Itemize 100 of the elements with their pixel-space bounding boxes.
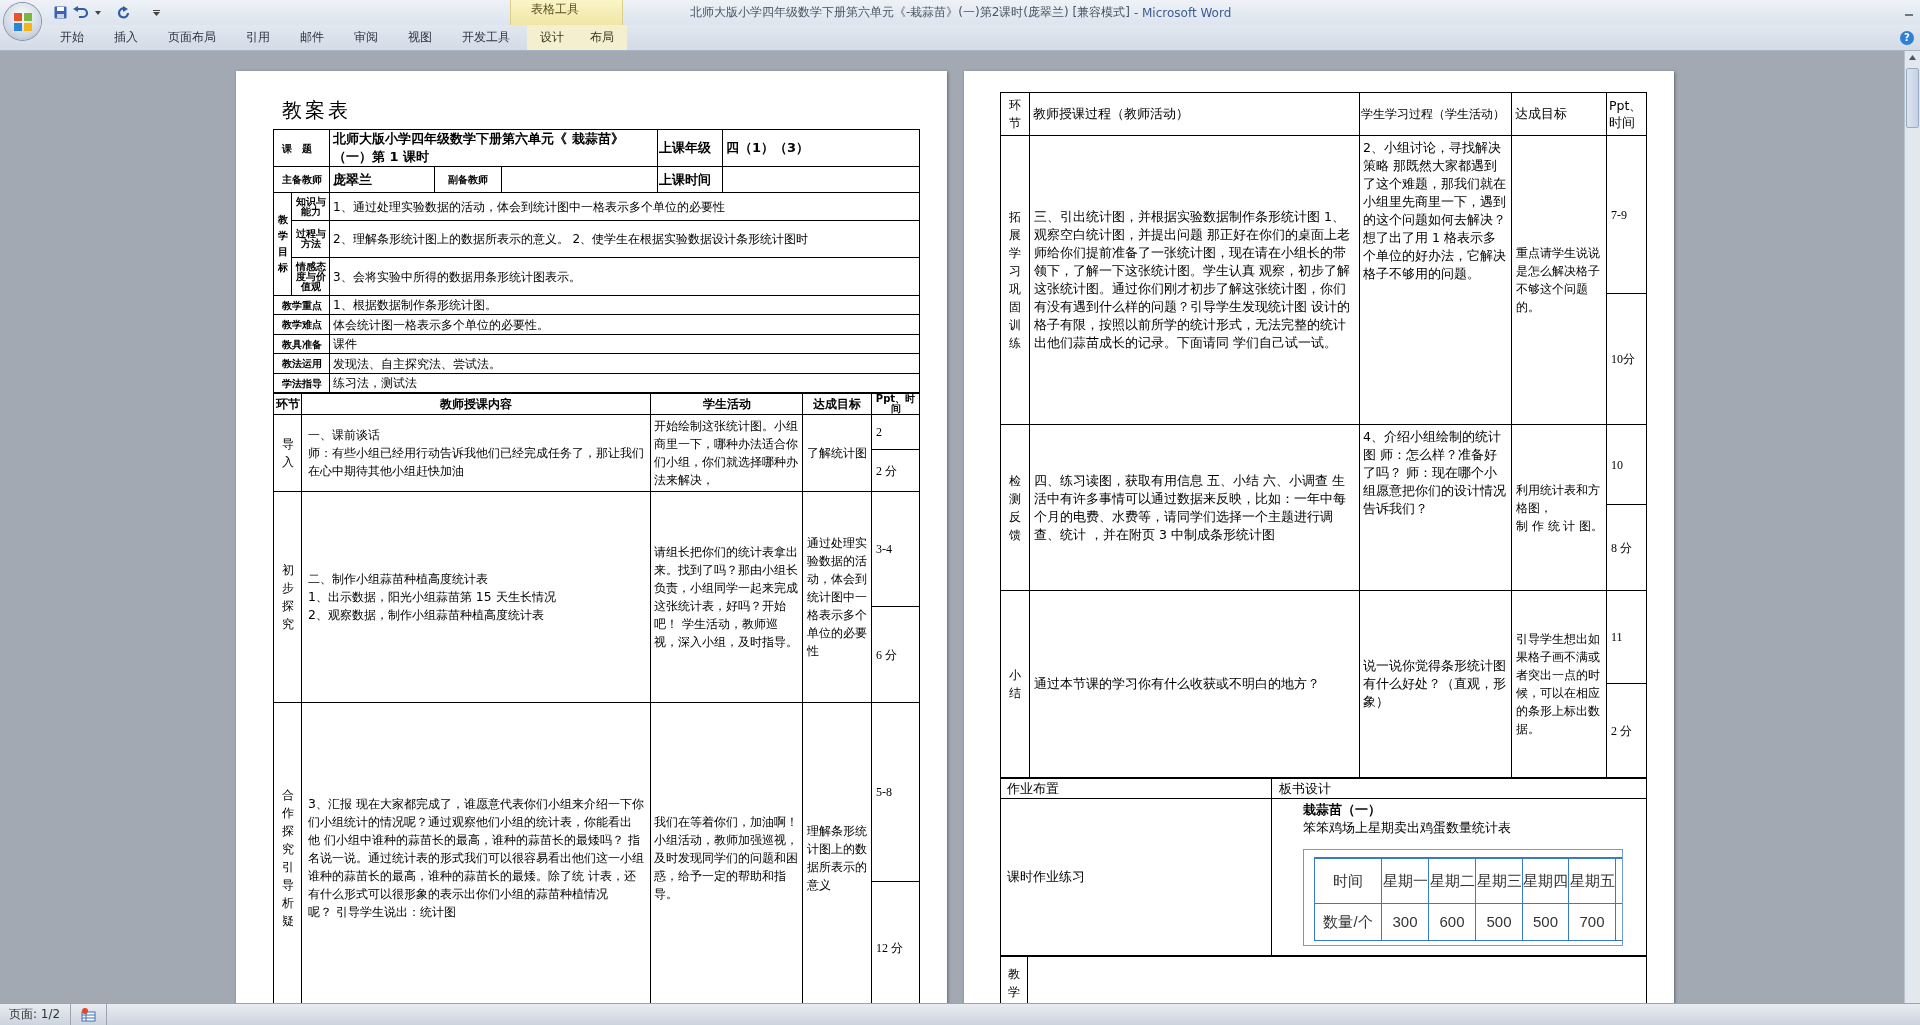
ribbon-tab[interactable]: 邮件	[285, 25, 339, 50]
time-text: 2 分	[1611, 722, 1632, 740]
field-label: 教法运用	[281, 358, 322, 369]
field-label: 副备教师	[448, 174, 488, 185]
table-value: 500	[1533, 912, 1558, 930]
field-label: 知识与能力	[295, 195, 326, 217]
field-label: 上课时间	[659, 171, 711, 187]
student-text: 小组活动，教师加强巡视，及时发现同学们的问题和困惑，给予一定的帮助和指导。	[654, 832, 799, 903]
caret-icon[interactable]	[153, 9, 160, 16]
section-label: 板书设计	[1279, 780, 1331, 796]
table-header-text: 星期四	[1523, 871, 1568, 889]
field-text: 发现法、自主探究法、尝试法。	[333, 356, 501, 371]
teacher-text: 2、观察数据，制作小组蒜苗种植高度统计表	[308, 606, 545, 624]
time-text: 8 分	[1611, 539, 1632, 557]
table-value: 300	[1392, 912, 1418, 930]
time-text: 12 分	[876, 939, 903, 957]
table-value: 700	[1579, 912, 1605, 930]
table-header-text: 星期五	[1569, 871, 1615, 889]
teacher-text: 三、引出统计图，并根据实验数据制作条形统计图 1、观察空白统计图，并提出问题 那正好在你们的桌面上老师给你们提前准备了一张统计图，现在请在小组长的带领下，了解一下这张统计图。学生认真 观察，初步了解这张统计图。通过你们刚才初步了解这张统计图，你们有没有遇到什么样的问题？引导学生发现统计图 设计的格子有限，按照以前所学的统计形式，无法完整的统计出他们蒜苗成长的记录。下面请同 学们自己试一试。	[1034, 208, 1351, 352]
ribbon-tab[interactable]: 页面布局	[153, 25, 231, 50]
table-value: 600	[1439, 912, 1465, 930]
stage-label: 检测反馈	[1009, 472, 1021, 544]
ppt-slides: 3-4	[876, 541, 892, 558]
goal-text: 引导学生想出如果格子画不满或者突出一点的时候，可以在相应的条形上标出数据。	[1516, 631, 1601, 738]
student-text: 我们在等着你们，加油啊！	[654, 814, 799, 831]
ribbon-tab[interactable]: 开始	[45, 25, 99, 50]
teacher-text: 3、汇报 现在大家都完成了，谁愿意代表你们小组来介绍一下你们小组统计的情况呢？通过观察他们小组的统计表，你能看出他 们小组中谁种的蒜苗长的最高，谁种的蒜苗长的最矮吗？ 指名说一说。通过统计表的形式我们可以很容易看出他们这一小组谁种的蒜苗长的最高，谁种的蒜苗长的最矮。除了统 计表，还有什么形式可以很形象的表示出你们小组的蒜苗种植情况呢？ 引导学生说出：统计图	[308, 795, 645, 921]
field-label: 教具准备	[281, 338, 322, 350]
column-header: 环节	[1009, 97, 1021, 132]
undo-icon[interactable]	[73, 6, 89, 19]
objective-text: 2、理解条形统计图上的数据所表示的意义。 2、使学生在根据实验数据设计条形统计图时	[333, 232, 809, 246]
board-title: 栽蒜苗（一）	[1303, 801, 1382, 819]
column-header: Ppt、时间	[1609, 98, 1643, 130]
save-icon[interactable]	[54, 6, 67, 19]
student-text: 说一说你觉得条形统计图有什么好处？（直观，形象）	[1363, 657, 1507, 711]
table-header-text: 时间	[1333, 871, 1363, 889]
ribbon-tab[interactable]: 设计	[527, 25, 577, 50]
field-label: 上课年级	[659, 140, 711, 155]
document-heading: 教案表	[282, 97, 352, 124]
column-header: 环节	[275, 396, 300, 411]
goal-text: 通过处理实验数据的活动，体会到统计图中一格表示多个单位的必要性	[807, 535, 867, 660]
field-text: 课件	[333, 337, 357, 351]
ppt-slides: 10	[1611, 456, 1623, 474]
ribbon-tab[interactable]: 引用	[231, 25, 285, 50]
objective-text: 1、通过处理实验数据的活动，体会到统计图中一格表示多个单位的必要性	[333, 199, 725, 214]
ribbon-tab[interactable]: 插入	[99, 25, 153, 50]
teacher-name: 庞翠兰	[333, 171, 372, 187]
stage-label: 小结	[1009, 667, 1021, 702]
column-header: 学生学习过程（学生活动）	[1361, 107, 1505, 121]
app-name: - Microsoft Word	[1133, 5, 1232, 20]
stage-label: 导入	[281, 436, 294, 471]
teacher-text: 四、练习读图，获取有用信息 五、小结 六、小调查 生活中有许多事情可以通过数据来反映，比如：一年中每个月的电费、水费等，请同学们选择一个主题进行调查、统计 ，并在附页 3 中制成条形统计图	[1034, 471, 1347, 544]
student-text: 开始绘制这张统计图。小组商里一下，哪种办法适合你们小组，你们就选择哪种办法来解决，	[654, 418, 799, 489]
student-text: 请组长把你们的统计表拿出来。找到了吗？那由小组长负责，小组同学一起来完成这张统计表，好吗？开始吧！ 学生活动，教师巡视，深入小组，及时指导。	[654, 544, 799, 651]
goal-text: 理解条形统计图上的数据所表示的意义	[807, 823, 867, 894]
field-label: 课题	[281, 142, 322, 154]
teacher-text: 通过本节课的学习你有什么收获或不明白的地方？	[1034, 675, 1321, 693]
time-text: 2 分	[876, 462, 897, 480]
student-text: 4、介绍小组绘制的统计图 师：怎么样？准备好了吗？ 师：现在哪个小组愿意把你们的设计情况告诉我们？	[1363, 428, 1507, 518]
teacher-text: 1、出示数据，阳光小组蒜苗第 15 天生长情况	[308, 588, 557, 606]
field-label: 情感态度与价值观	[295, 260, 326, 292]
teacher-text: 二、制作小组蒜苗种植高度统计表	[308, 570, 489, 588]
teacher-text: 一、课前谈话	[308, 426, 381, 444]
stage-label: 合作探究引导析疑	[281, 787, 294, 930]
column-header: 达成目标	[1515, 106, 1567, 121]
table-header-text: 星期一	[1382, 871, 1428, 889]
table-icon[interactable]	[81, 1007, 97, 1022]
ribbon-tab[interactable]: 开发工具	[447, 25, 525, 50]
redo-icon[interactable]	[117, 5, 131, 20]
field-label: 教学目标	[277, 213, 288, 275]
office-button[interactable]	[4, 3, 41, 40]
field-label: 教学重点	[281, 299, 322, 311]
stage-label: 初步探究	[281, 562, 294, 633]
scroll-thumb[interactable]	[1906, 68, 1919, 128]
table-header-text: 星期三	[1476, 871, 1522, 889]
ppt-slides: 11	[1611, 629, 1623, 646]
homework-text: 课时作业练习	[1007, 869, 1085, 884]
column-header: 教师授课过程（教师活动）	[1033, 106, 1189, 121]
help-button[interactable]: ?	[1900, 30, 1914, 45]
ribbon-tab[interactable]: 视图	[393, 25, 447, 50]
time-text: 6 分	[876, 646, 897, 664]
grade-text: 四（1）（3）	[726, 140, 810, 155]
objective-text: 3、会将实验中所得的数据用条形统计图表示。	[333, 269, 581, 284]
time-text: 10分	[1611, 351, 1635, 368]
caret-icon[interactable]	[95, 10, 101, 15]
goal-text: 了解统计图	[807, 445, 867, 462]
goal-text: 重点请学生说说是怎么解决格子不够这个问题的。	[1516, 245, 1601, 316]
table-value: 500	[1486, 912, 1512, 930]
column-header: 学生活动	[702, 397, 751, 411]
ribbon-tab[interactable]: 布局	[577, 25, 627, 50]
field-text: 练习法，测试法	[333, 376, 417, 390]
table-value: 数量/个	[1323, 912, 1373, 930]
field-label: 主备教师	[281, 174, 322, 185]
column-header: 达成目标	[813, 397, 861, 411]
field-text: 体会统计图一格表示多个单位的必要性。	[333, 317, 549, 332]
page-indicator: 页面: 1/2	[0, 1004, 72, 1025]
contextual-tab-group: 表格工具	[510, 0, 623, 25]
lesson-title: 北师大版小学四年级数学下册第六单元《 栽蒜苗》（一）第 1 课时	[333, 131, 624, 164]
ribbon-tab[interactable]: 审阅	[339, 25, 393, 50]
teacher-text: 师：有些小组已经用行动告诉我他们已经完成任务了，那让我们在心中期待其他小组赶快加油	[308, 444, 645, 480]
